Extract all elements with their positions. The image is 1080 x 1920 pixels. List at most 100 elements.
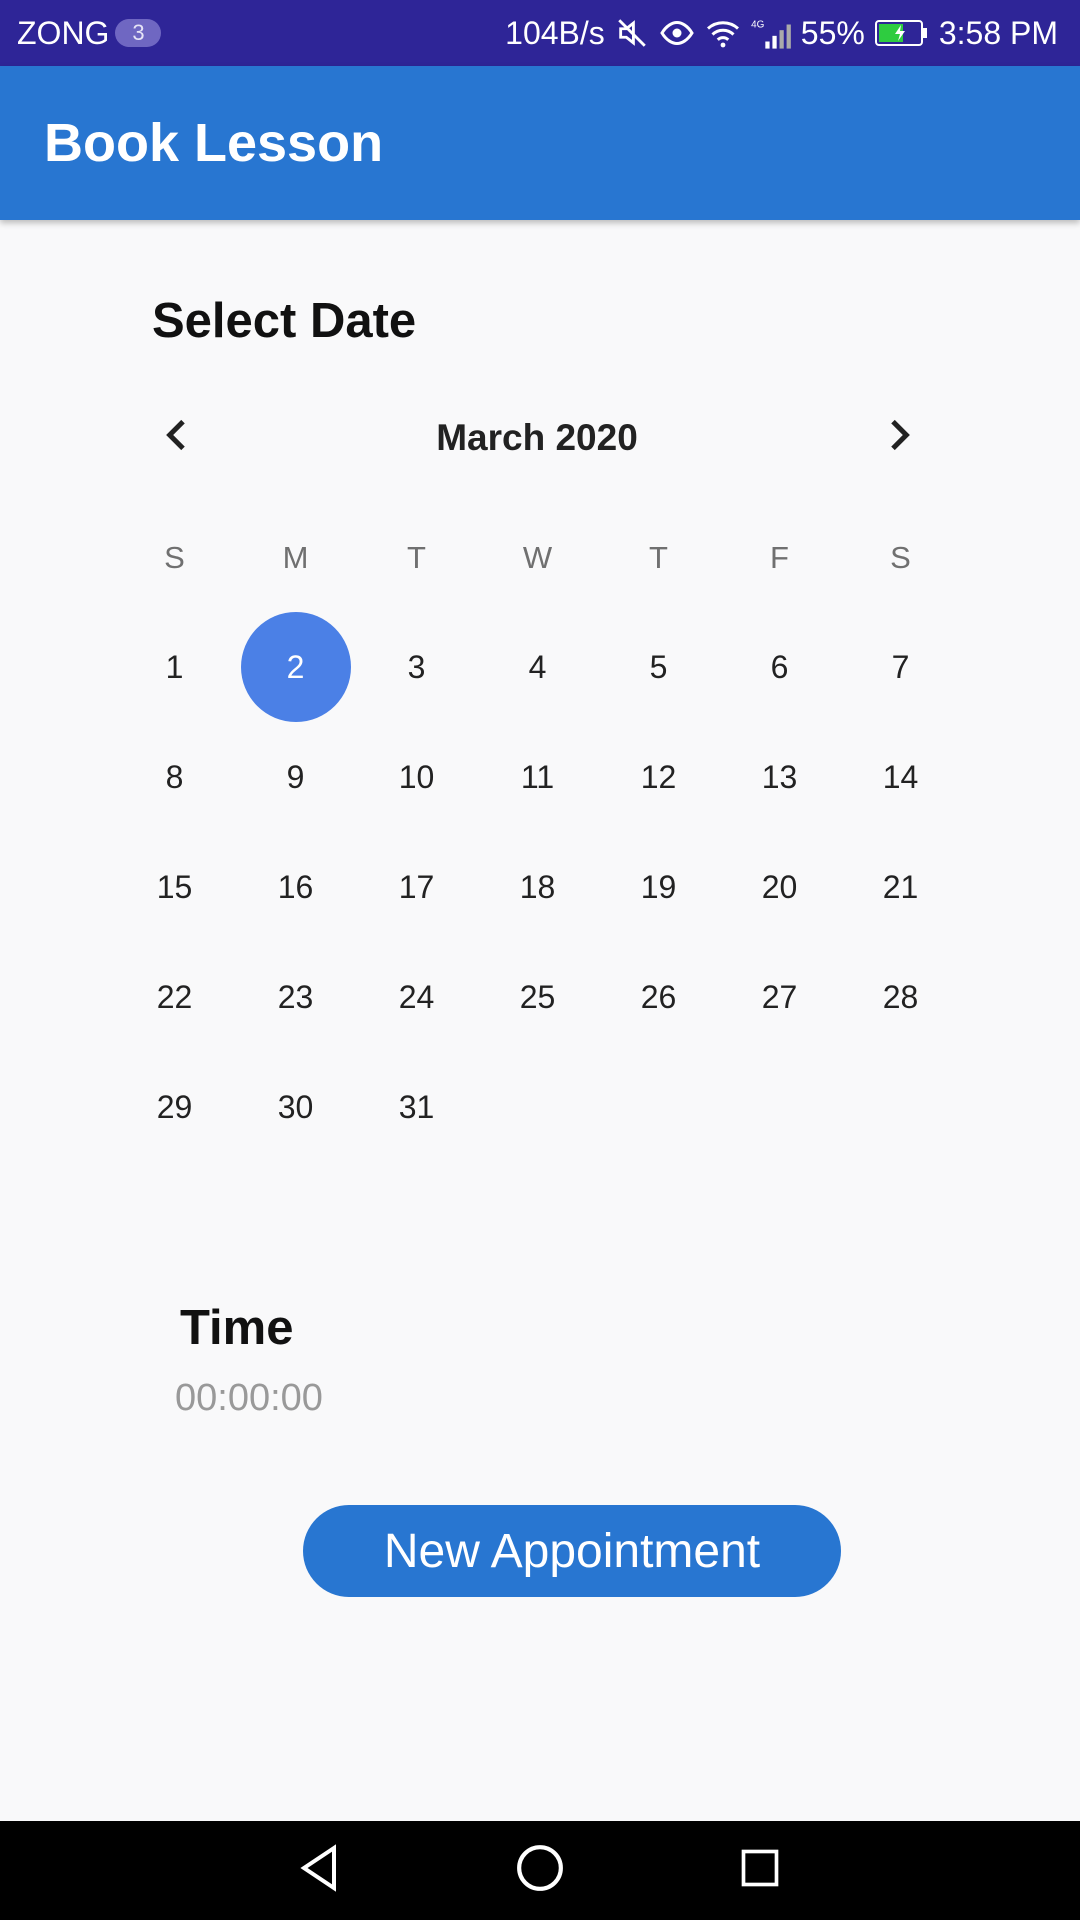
day-cell[interactable]: 24 [356, 942, 477, 1052]
day-number [604, 1052, 714, 1162]
weekday-label: T [407, 540, 426, 575]
back-icon [296, 1842, 344, 1899]
day-number: 14 [882, 758, 919, 795]
day-cell[interactable]: 13 [719, 722, 840, 832]
day-cell[interactable]: 26 [598, 942, 719, 1052]
day-cell[interactable]: 10 [356, 722, 477, 832]
time-value[interactable]: 00:00:00 [175, 1377, 323, 1420]
day-cell[interactable]: 29 [114, 1052, 235, 1162]
app-bar: Book Lesson [0, 66, 1080, 220]
select-date-label: Select Date [152, 294, 417, 348]
day-cell-empty [719, 1052, 840, 1162]
day-number: 20 [761, 868, 798, 905]
4g-signal-icon: 4G [751, 16, 791, 50]
day-number: 6 [770, 648, 789, 685]
page-title: Book Lesson [44, 113, 384, 173]
day-number: 25 [519, 978, 556, 1015]
day-number [725, 1052, 835, 1162]
day-cell[interactable]: 4 [477, 612, 598, 722]
weekday-label: F [770, 540, 789, 575]
prev-month-button[interactable] [140, 400, 215, 475]
calendar-header: March 2020 [140, 400, 940, 475]
day-cell[interactable]: 19 [598, 832, 719, 942]
day-cell[interactable]: 17 [356, 832, 477, 942]
day-cell-empty [840, 1052, 961, 1162]
day-cell[interactable]: 12 [598, 722, 719, 832]
day-number: 22 [156, 978, 193, 1015]
month-title: March 2020 [140, 400, 940, 475]
day-number: 27 [761, 978, 798, 1015]
day-cell[interactable]: 15 [114, 832, 235, 942]
status-left: ZONG 3 [17, 0, 162, 66]
day-number: 11 [520, 758, 555, 795]
week-row: 22 23 24 25 26 27 28 [114, 942, 961, 1052]
day-cell[interactable]: 22 [114, 942, 235, 1052]
day-number: 5 [649, 648, 668, 685]
calendar-days-grid: 1 2 3 4 5 6 7 8 9 10 11 12 13 14 15 16 1… [114, 612, 961, 1162]
day-cell[interactable]: 5 [598, 612, 719, 722]
day-cell[interactable]: 8 [114, 722, 235, 832]
day-cell[interactable]: 16 [235, 832, 356, 942]
day-cell-empty [477, 1052, 598, 1162]
day-number: 26 [640, 978, 677, 1015]
day-cell[interactable]: 3 [356, 612, 477, 722]
day-number: 31 [398, 1088, 435, 1125]
status-right: 104B/s 4G 55% 3:58 PM [505, 0, 1058, 66]
wifi-icon [705, 18, 741, 48]
back-button[interactable] [260, 1821, 380, 1920]
day-cell[interactable]: 30 [235, 1052, 356, 1162]
day-cell-selected[interactable]: 2 [235, 612, 356, 722]
day-cell-empty [598, 1052, 719, 1162]
day-cell[interactable]: 21 [840, 832, 961, 942]
day-number: 13 [761, 758, 798, 795]
home-button[interactable] [480, 1821, 600, 1920]
day-number: 23 [277, 978, 314, 1015]
weekday-label: W [522, 540, 553, 575]
day-number: 24 [398, 978, 435, 1015]
day-number: 10 [398, 758, 435, 795]
mute-icon [615, 16, 649, 50]
day-cell[interactable]: 11 [477, 722, 598, 832]
day-number: 2 [240, 612, 351, 722]
home-icon [515, 1843, 565, 1898]
month-title-text: March 2020 [436, 417, 638, 458]
day-number: 17 [398, 868, 435, 905]
carrier-name: ZONG [17, 14, 110, 51]
weekday-label: T [649, 540, 668, 575]
new-appointment-button[interactable]: New Appointment [303, 1505, 841, 1597]
week-row: 8 9 10 11 12 13 14 [114, 722, 961, 832]
recents-button[interactable] [700, 1821, 820, 1920]
day-number: 18 [519, 868, 556, 905]
day-cell[interactable]: 27 [719, 942, 840, 1052]
day-number: 1 [165, 648, 184, 685]
day-cell[interactable]: 14 [840, 722, 961, 832]
day-cell[interactable]: 28 [840, 942, 961, 1052]
system-nav-bar [0, 1821, 1080, 1920]
next-month-button[interactable] [860, 400, 935, 475]
day-number: 12 [640, 758, 677, 795]
network-speed: 104B/s [505, 14, 605, 51]
day-cell[interactable]: 1 [114, 612, 235, 722]
weekday-header: S M T W T F S [114, 540, 961, 584]
day-cell[interactable]: 25 [477, 942, 598, 1052]
day-number [483, 1052, 593, 1162]
day-cell[interactable]: 7 [840, 612, 961, 722]
day-number: 28 [882, 978, 919, 1015]
day-number: 8 [165, 758, 184, 795]
day-cell[interactable]: 31 [356, 1052, 477, 1162]
day-cell[interactable]: 18 [477, 832, 598, 942]
battery-charging-icon [874, 19, 929, 47]
weekday-label: S [164, 540, 185, 575]
day-cell[interactable]: 23 [235, 942, 356, 1052]
day-cell[interactable]: 6 [719, 612, 840, 722]
clock: 3:58 PM [938, 14, 1058, 51]
chevron-right-icon [878, 415, 918, 460]
day-number: 7 [891, 648, 910, 685]
status-bar: ZONG 3 104B/s 4G 55% 3:58 PM [0, 0, 1080, 66]
day-cell[interactable]: 9 [235, 722, 356, 832]
day-cell[interactable]: 20 [719, 832, 840, 942]
day-number: 30 [277, 1088, 314, 1125]
recents-icon [738, 1846, 782, 1895]
day-number [846, 1052, 956, 1162]
day-number: 3 [407, 648, 426, 685]
